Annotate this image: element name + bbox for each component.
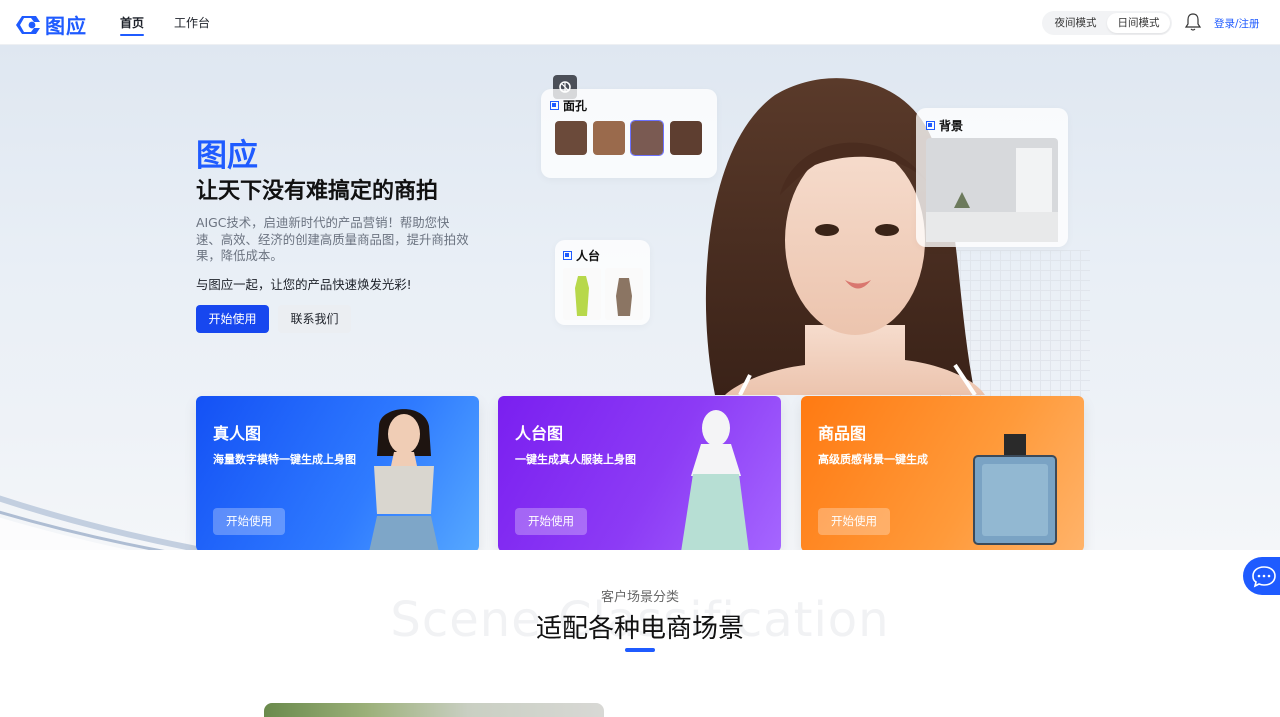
background-tag-card: 背景 bbox=[916, 108, 1068, 247]
login-register-link[interactable]: 登录/注册 bbox=[1214, 16, 1260, 31]
mannequin-card-title: 人台图 bbox=[515, 424, 564, 443]
mannequin-start-button[interactable]: 开始使用 bbox=[515, 508, 587, 535]
nav-active-indicator bbox=[120, 34, 144, 36]
mannequin-card-desc: 一键生成真人服装上身图 bbox=[515, 453, 636, 466]
mannequin-illustration bbox=[681, 410, 749, 550]
product-card[interactable]: 商品图 高级质感背景一键生成 开始使用 bbox=[801, 396, 1084, 550]
mannequin-thumb[interactable] bbox=[605, 268, 643, 320]
top-nav: 图应 首页 工作台 夜间模式 日间模式 登录/注册 bbox=[0, 0, 1280, 45]
real-person-card[interactable]: 真人图 海量数字模特一键生成上身图 开始使用 bbox=[196, 396, 479, 550]
hero-description: AIGC技术，启迪新时代的产品营销！帮助您快速、高效、经济的创建高质量商品图，提… bbox=[196, 215, 469, 263]
face-thumb[interactable] bbox=[670, 121, 702, 155]
hero-subtitle: 让天下没有难搞定的商拍 bbox=[196, 179, 439, 204]
scene-image-preview[interactable] bbox=[264, 703, 604, 717]
logo-icon bbox=[16, 15, 40, 34]
real-person-start-button[interactable]: 开始使用 bbox=[213, 508, 285, 535]
product-card-desc: 高级质感背景一键生成 bbox=[818, 453, 928, 466]
perfume-illustration bbox=[973, 434, 1057, 545]
nav-workbench[interactable]: 工作台 bbox=[174, 14, 210, 31]
product-start-button[interactable]: 开始使用 bbox=[818, 508, 890, 535]
bell-icon[interactable] bbox=[1184, 12, 1202, 32]
day-mode-option[interactable]: 日间模式 bbox=[1107, 13, 1170, 33]
mannequin-card[interactable]: 人台图 一键生成真人服装上身图 开始使用 bbox=[498, 396, 781, 550]
chat-icon bbox=[1252, 566, 1276, 588]
product-card-title: 商品图 bbox=[818, 424, 867, 443]
chat-button[interactable] bbox=[1243, 557, 1280, 595]
section-title-underline bbox=[625, 648, 655, 652]
section-title: 适配各种电商场景 bbox=[535, 614, 744, 644]
background-tag-icon bbox=[926, 121, 935, 130]
mannequin-tag-card: 人台 bbox=[555, 240, 650, 325]
background-thumbnail[interactable] bbox=[926, 138, 1058, 242]
hero-title: 图应 bbox=[196, 138, 258, 174]
section-subtitle: 客户场景分类 bbox=[600, 590, 679, 605]
mannequin-thumb[interactable] bbox=[563, 268, 601, 320]
real-person-card-title: 真人图 bbox=[213, 424, 262, 443]
face-thumb[interactable] bbox=[555, 121, 587, 155]
real-person-card-desc: 海量数字模特一键生成上身图 bbox=[213, 453, 356, 466]
start-button[interactable]: 开始使用 bbox=[196, 305, 269, 333]
model-illustration bbox=[369, 409, 439, 550]
theme-mode-toggle[interactable]: 夜间模式 日间模式 bbox=[1042, 11, 1172, 35]
face-tag-icon bbox=[550, 101, 559, 110]
night-mode-option[interactable]: 夜间模式 bbox=[1044, 13, 1107, 33]
logo-text: 图应 bbox=[45, 14, 87, 38]
logo[interactable]: 图应 bbox=[14, 10, 87, 39]
mannequin-tag-label: 人台 bbox=[576, 249, 601, 263]
contact-us-button[interactable]: 联系我们 bbox=[278, 305, 351, 333]
hero-slogan: 与图应一起，让您的产品快速焕发光彩! bbox=[196, 277, 412, 292]
mannequin-tag-icon bbox=[563, 251, 572, 260]
face-tag-label: 面孔 bbox=[563, 99, 588, 113]
background-tag-label: 背景 bbox=[939, 119, 964, 133]
nav-home[interactable]: 首页 bbox=[120, 14, 144, 31]
face-thumb[interactable] bbox=[593, 121, 625, 155]
face-tag-card: 面孔 bbox=[541, 89, 717, 178]
face-thumb-selected[interactable] bbox=[630, 120, 664, 156]
hero-section: 图应 让天下没有难搞定的商拍 AIGC技术，启迪新时代的产品营销！帮助您快速、高… bbox=[0, 45, 1280, 550]
